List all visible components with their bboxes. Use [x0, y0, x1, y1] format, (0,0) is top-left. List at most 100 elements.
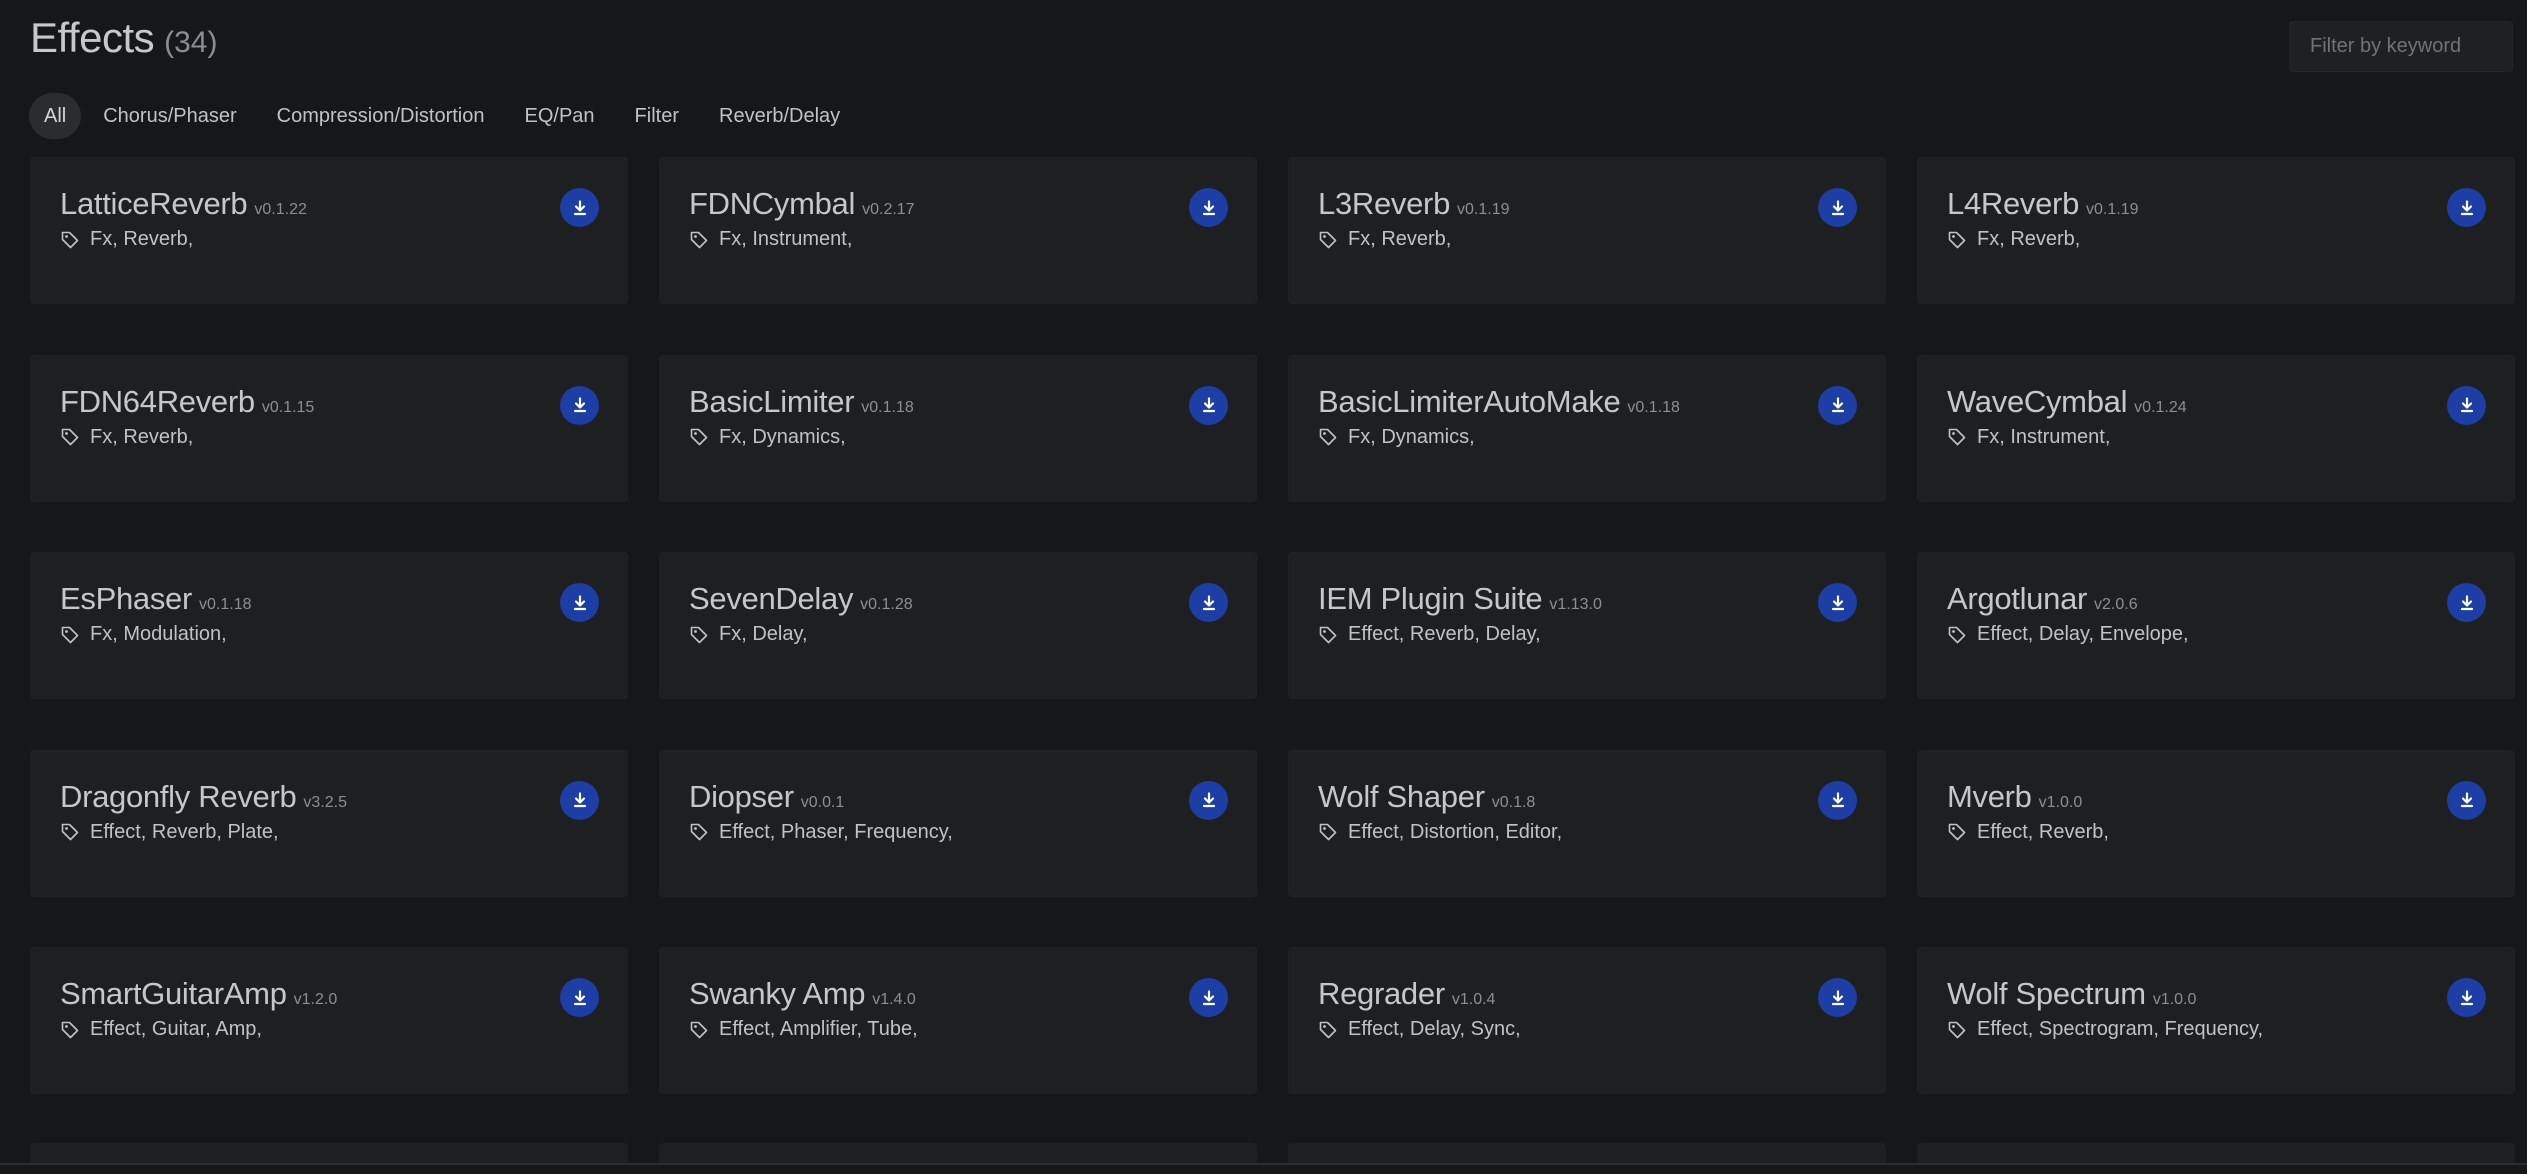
page-title: Effects [30, 14, 155, 61]
download-button[interactable] [1189, 583, 1228, 622]
tag-icon [689, 427, 709, 447]
tag-icon [1318, 230, 1338, 250]
plugin-tags-row: Fx, Reverb, [1947, 228, 2080, 251]
plugin-title: Mverb v1.0.0 [1947, 779, 2082, 815]
download-button[interactable] [1189, 780, 1228, 820]
download-button[interactable] [560, 583, 599, 622]
tag-icon [1318, 1020, 1338, 1040]
download-button[interactable] [560, 978, 599, 1017]
download-icon [2460, 989, 2473, 1005]
plugin-tags: Effect, Reverb, [1977, 820, 2109, 843]
plugin-tags: Fx, Delay, [719, 623, 808, 645]
plugin-tags: Fx, Instrument, [719, 228, 853, 250]
plugin-tags: Effect, Distortion, Editor, [1348, 820, 1563, 843]
download-button[interactable] [560, 188, 599, 227]
plugin-title: WaveCymbal v0.1.24 [1947, 384, 2187, 420]
plugin-card[interactable]: Swanky Amp v1.4.0 Effect, Amplifier, Tub… [659, 947, 1257, 1094]
download-button[interactable] [1818, 583, 1857, 622]
plugin-card[interactable]: Argotlunar v2.0.6 Effect, Delay, Envelop… [1917, 552, 2515, 699]
tab-all[interactable]: All [29, 93, 82, 139]
plugin-card[interactable]: EsPhaser v0.1.18 Fx, Modulation, [30, 552, 628, 699]
plugin-tags-row: Fx, Reverb, [60, 228, 193, 251]
plugin-version: v0.1.19 [1457, 201, 1510, 218]
plugin-title: IEM Plugin Suite v1.13.0 [1318, 581, 1602, 617]
download-button[interactable] [2447, 583, 2486, 622]
effects-page: Effects (34) All Chorus/Phaser Compressi… [0, 0, 2527, 1174]
plugin-tags-row: Effect, Delay, Sync, [1318, 1018, 1521, 1041]
tab-eq-pan[interactable]: EQ/Pan [507, 93, 613, 139]
tag-icon [1947, 822, 1967, 842]
download-icon [573, 397, 586, 413]
download-button[interactable] [2447, 978, 2486, 1017]
plugin-card[interactable]: SevenDelay v0.1.28 Fx, Delay, [659, 552, 1257, 699]
plugin-version: v0.1.8 [1491, 793, 1536, 811]
plugin-card[interactable]: IEM Plugin Suite v1.13.0 Effect, Reverb,… [1288, 552, 1886, 699]
plugin-title: SevenDelay v0.1.28 [689, 581, 913, 617]
plugin-tags-row: Effect, Distortion, Editor, [1318, 821, 1562, 844]
download-button[interactable] [1818, 780, 1857, 820]
plugin-card[interactable]: Wolf Shaper v0.1.8 Effect, Distortion, E… [1288, 749, 1886, 897]
download-button[interactable] [2447, 385, 2486, 425]
plugin-card[interactable]: WaveCymbal v0.1.24 Fx, Instrument, [1917, 354, 2515, 502]
plugin-tags-row: Effect, Reverb, Delay, [1318, 623, 1541, 646]
tab-compression-distortion[interactable]: Compression/Distortion [259, 93, 503, 139]
plugin-card[interactable]: Mverb v1.0.0 Effect, Reverb, [1917, 749, 2515, 897]
tag-icon [1947, 230, 1967, 250]
plugin-version: v3.2.5 [303, 793, 348, 811]
plugin-tags-row: Effect, Reverb, [1947, 821, 2109, 844]
download-icon [1202, 199, 1215, 215]
download-button[interactable] [2447, 188, 2486, 227]
plugin-title: EsPhaser v0.1.18 [60, 581, 251, 617]
download-button[interactable] [1189, 978, 1228, 1017]
category-tabs: All Chorus/Phaser Compression/Distortion… [29, 93, 862, 139]
plugin-card[interactable]: BasicLimiterAutoMake v0.1.18 Fx, Dynamic… [1288, 354, 1886, 502]
download-button[interactable] [1818, 188, 1857, 227]
download-button[interactable] [560, 780, 599, 820]
plugin-version: v2.0.6 [2094, 596, 2138, 613]
tab-chorus-phaser[interactable]: Chorus/Phaser [85, 93, 254, 139]
download-icon [1202, 594, 1215, 610]
plugin-card[interactable]: L4Reverb v0.1.19 Fx, Reverb, [1917, 157, 2515, 304]
plugin-card[interactable]: Wolf Spectrum v1.0.0 Effect, Spectrogram… [1917, 947, 2515, 1094]
plugin-tags-row: Fx, Instrument, [1947, 426, 2110, 449]
tag-icon [60, 230, 80, 250]
plugin-tags: Fx, Reverb, [90, 425, 194, 448]
effects-count: (34) [164, 26, 218, 59]
plugin-version: v0.1.22 [254, 201, 307, 218]
tag-icon [1947, 427, 1967, 447]
plugin-version: v1.2.0 [293, 991, 338, 1008]
download-icon [573, 989, 586, 1005]
plugin-card[interactable]: L3Reverb v0.1.19 Fx, Reverb, [1288, 157, 1886, 304]
plugin-tags-row: Effect, Reverb, Plate, [60, 821, 279, 844]
plugin-card[interactable]: LatticeReverb v0.1.22 Fx, Reverb, [30, 157, 628, 304]
download-icon [573, 199, 586, 215]
plugin-title: LatticeReverb v0.1.22 [60, 186, 307, 222]
download-button[interactable] [560, 385, 599, 425]
plugin-card[interactable]: SmartGuitarAmp v1.2.0 Effect, Guitar, Am… [30, 947, 628, 1094]
plugin-card-partial [30, 1143, 628, 1163]
download-button[interactable] [1818, 385, 1857, 425]
plugin-tags-row: Fx, Modulation, [60, 623, 227, 646]
bottom-edge [0, 1163, 2527, 1174]
plugin-card[interactable]: FDN64Reverb v0.1.15 Fx, Reverb, [30, 354, 628, 502]
download-button[interactable] [1189, 188, 1228, 227]
plugin-card[interactable]: Dragonfly Reverb v3.2.5 Effect, Reverb, … [30, 749, 628, 897]
plugin-card[interactable]: BasicLimiter v0.1.18 Fx, Dynamics, [659, 354, 1257, 502]
tab-filter[interactable]: Filter [617, 93, 697, 139]
filter-keyword-input[interactable] [2289, 21, 2513, 72]
plugin-card[interactable]: Regrader v1.0.4 Effect, Delay, Sync, [1288, 947, 1886, 1094]
download-button[interactable] [2447, 780, 2486, 820]
tab-reverb-delay[interactable]: Reverb/Delay [701, 93, 858, 139]
tag-icon [60, 427, 80, 447]
download-button[interactable] [1189, 385, 1228, 425]
tag-icon [689, 230, 709, 250]
plugin-card[interactable]: Diopser v0.0.1 Effect, Phaser, Frequency… [659, 749, 1257, 897]
plugin-tags: Fx, Reverb, [1977, 228, 2081, 250]
download-icon [2460, 397, 2473, 413]
plugin-card-partial [1917, 1143, 2515, 1163]
plugin-version: v0.1.28 [860, 596, 913, 613]
tag-icon [60, 822, 80, 842]
plugin-version: v0.1.18 [199, 596, 252, 613]
download-button[interactable] [1818, 978, 1857, 1017]
plugin-card[interactable]: FDNCymbal v0.2.17 Fx, Instrument, [659, 157, 1257, 304]
